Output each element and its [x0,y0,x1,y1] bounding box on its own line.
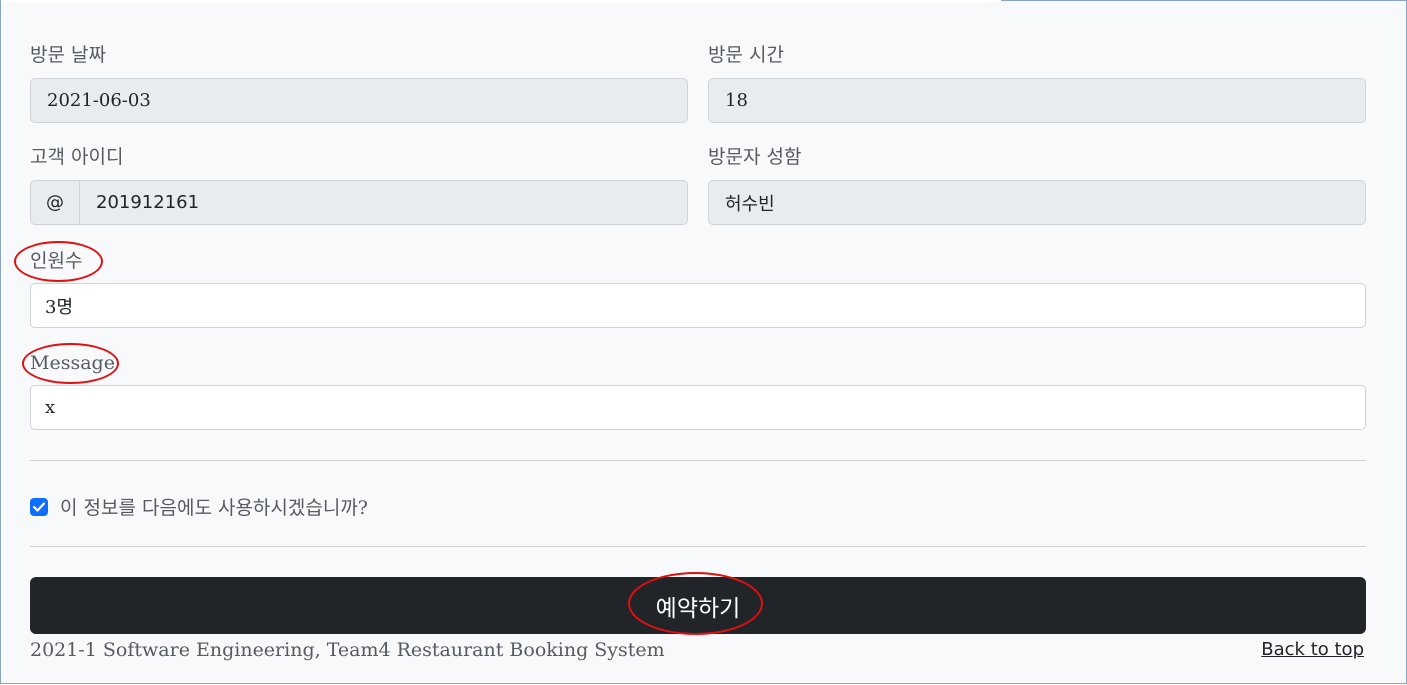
back-to-top-link[interactable]: Back to top [1261,638,1364,662]
reserve-button-label: 예약하기 [655,595,741,622]
party-size-label: 인원수 [30,250,83,272]
checkmark-icon [33,501,45,512]
visitor-name-field[interactable]: 허수빈 [708,180,1366,225]
customer-id-label: 고객 아이디 [30,146,124,168]
party-size-value: 3명 [45,296,74,318]
at-sign-addon: @ [31,181,80,224]
remember-row[interactable]: 이 정보를 다음에도 사용하시겠습니까? [30,493,368,520]
page-frame: 방문 날짜 2021-06-03 방문 시간 18 고객 아이디 @ 20191… [0,0,1407,684]
visitor-name-value: 허수빈 [725,193,775,215]
footer-text: 2021-1 Software Engineering, Team4 Resta… [30,639,665,661]
party-size-input[interactable]: 3명 [30,283,1366,328]
remember-checkbox[interactable] [30,497,48,516]
top-strip [1,0,1001,3]
visit-date-field[interactable]: 2021-06-03 [30,78,688,123]
customer-id-group[interactable]: @ 201912161 [30,180,688,225]
message-value: x [45,397,56,418]
message-label: Message [30,352,115,374]
message-input[interactable]: x [30,385,1366,430]
visitor-name-label: 방문자 성함 [708,146,802,168]
customer-id-value[interactable]: 201912161 [80,181,687,224]
reserve-button[interactable]: 예약하기 [30,577,1366,634]
remember-label: 이 정보를 다음에도 사용하시겠습니까? [60,497,368,519]
visit-time-label: 방문 시간 [708,44,784,66]
top-rule [1001,0,1407,1]
visit-time-value: 18 [725,90,748,111]
visit-time-field[interactable]: 18 [708,78,1366,123]
visit-date-value: 2021-06-03 [47,90,151,111]
visit-date-label: 방문 날짜 [30,44,106,66]
divider-bottom [30,546,1366,547]
divider-top [30,460,1366,461]
